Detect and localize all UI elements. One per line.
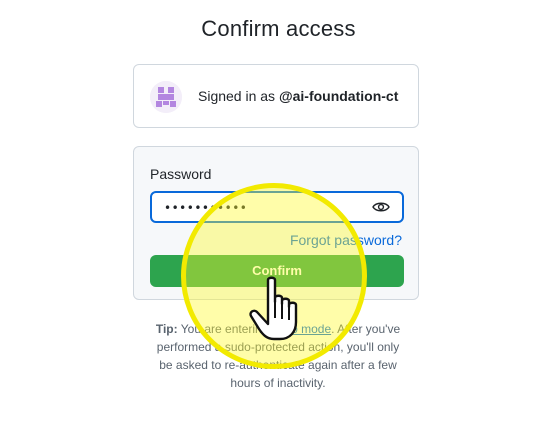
signed-in-box: Signed in as @ai-foundation-ct: [133, 64, 419, 128]
tip-label: Tip:: [155, 322, 178, 336]
identicon-avatar-icon: [150, 81, 182, 113]
password-form: Password ••••••••••• Forgot password? Co…: [133, 146, 419, 300]
signed-in-prefix: Signed in as: [198, 88, 276, 104]
password-input[interactable]: •••••••••••: [150, 191, 404, 223]
confirm-button[interactable]: Confirm: [150, 255, 404, 287]
password-label: Password: [150, 166, 212, 182]
sudo-tip: Tip: You are entering sudo mode. After y…: [149, 320, 407, 392]
tip-text-before: You are entering: [180, 322, 269, 336]
signed-in-text: Signed in as @ai-foundation-ct: [198, 88, 398, 104]
eye-icon[interactable]: [372, 199, 390, 215]
avatar: [150, 81, 182, 113]
page-title: Confirm access: [201, 16, 356, 41]
password-value: •••••••••••: [164, 201, 248, 215]
forgot-password-link[interactable]: Forgot password?: [290, 232, 402, 248]
sudo-mode-link[interactable]: sudo mode: [272, 322, 331, 336]
username: @ai-foundation-ct: [278, 88, 399, 104]
